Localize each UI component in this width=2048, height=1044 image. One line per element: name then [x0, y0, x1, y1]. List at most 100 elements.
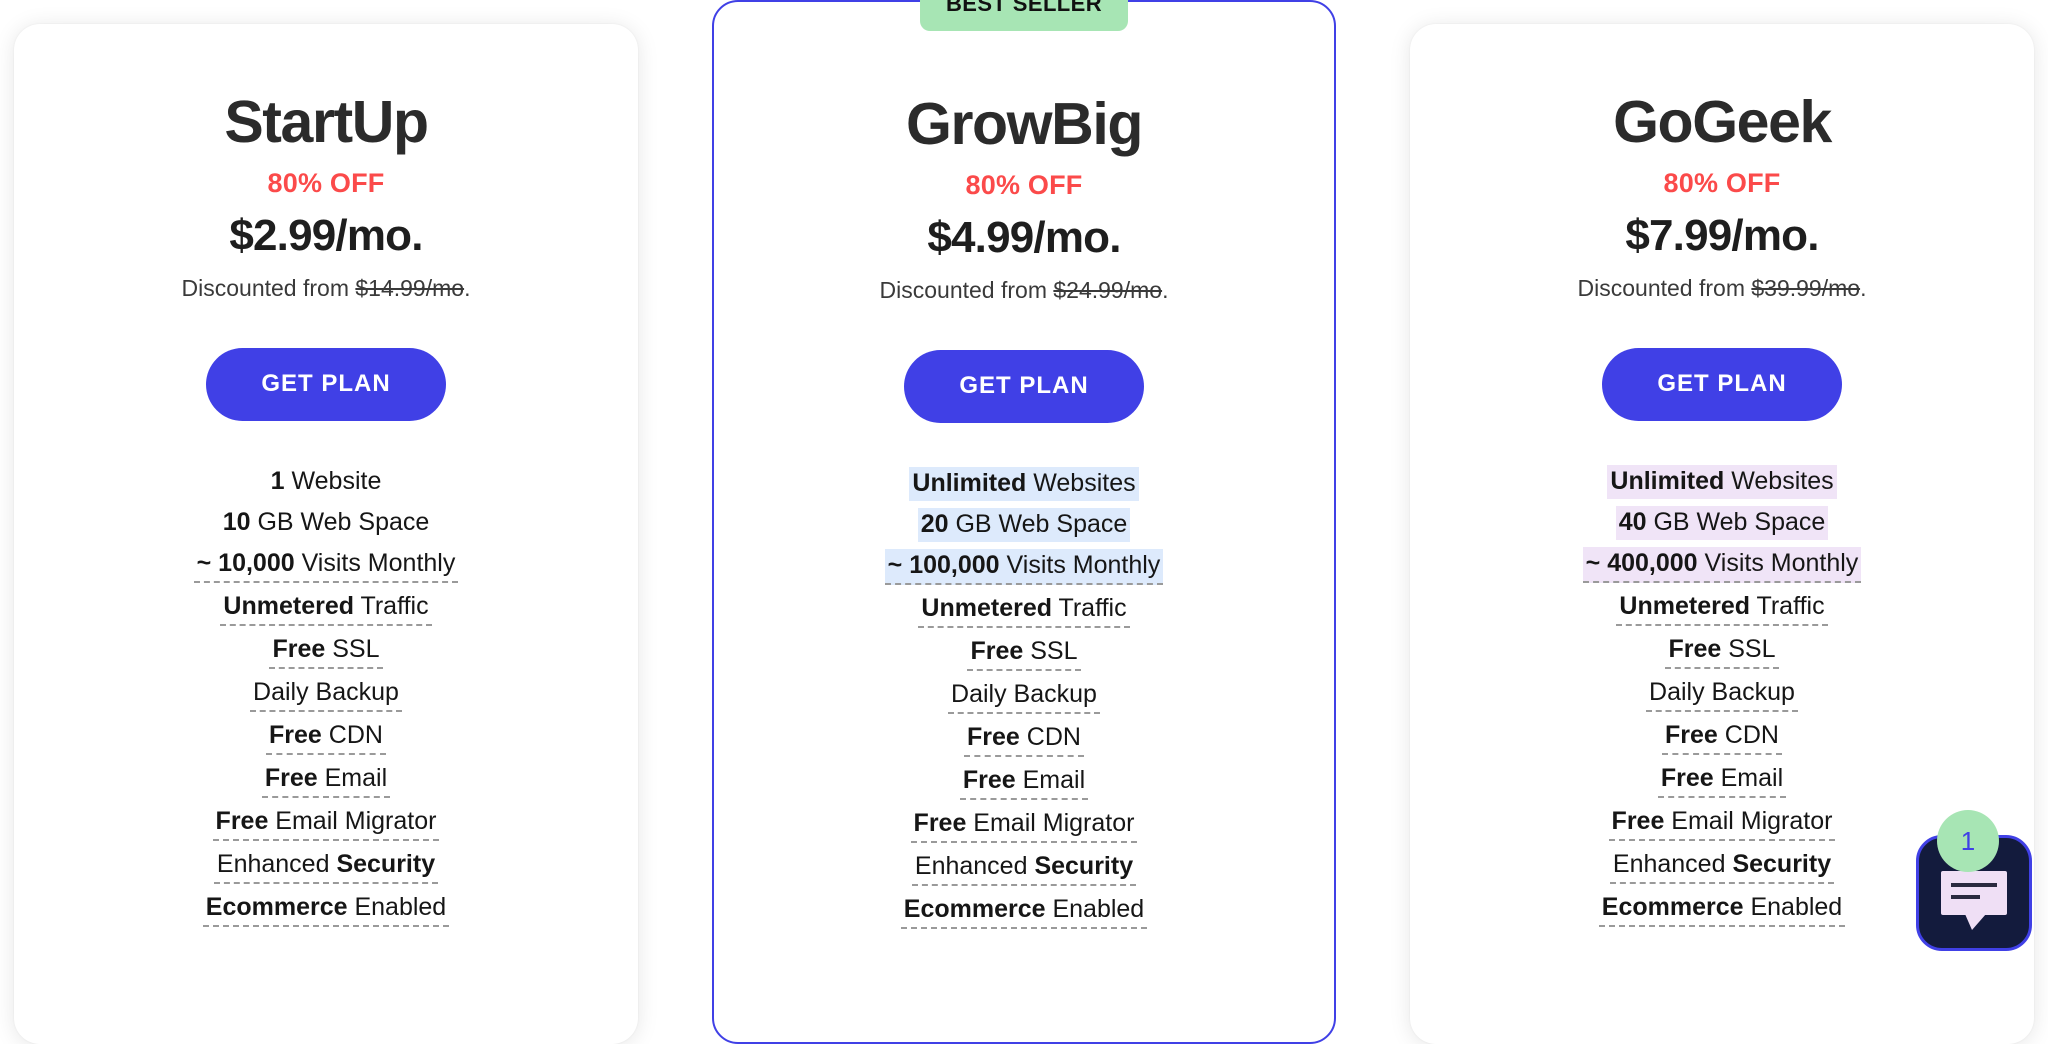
chat-unread-badge: 1 [1937, 810, 1999, 872]
feature-text: Ecommerce Enabled [1598, 891, 1846, 928]
feature-rest: Email [317, 763, 388, 792]
feature-rest: SSL [325, 634, 380, 663]
feature-text: Free SSL [269, 633, 383, 670]
feature-emphasis: Ecommerce [903, 894, 1046, 923]
get-plan-button[interactable]: GET PLAN [904, 349, 1144, 423]
feature-rest: GB Web Space [948, 509, 1128, 538]
feature-item: Unlimited Websites [1450, 464, 1994, 500]
feature-item: Enhanced Security [754, 850, 1294, 887]
feature-text: ~ 400,000 Visits Monthly [1582, 546, 1862, 584]
feature-item: Unlimited Websites [754, 466, 1294, 502]
feature-emphasis: Security [1034, 851, 1134, 880]
feature-text: Unlimited Websites [909, 466, 1139, 502]
feature-item: Ecommerce Enabled [1450, 891, 1994, 928]
feature-text: Enhanced Security [911, 850, 1137, 887]
feature-text: Unmetered Traffic [1616, 590, 1828, 627]
plan-original-price: $14.99/mo [355, 274, 465, 301]
feature-item: Free CDN [54, 719, 598, 756]
feature-emphasis: Free [970, 636, 1024, 665]
feature-rest: SSL [1023, 636, 1078, 665]
feature-text: Free SSL [1665, 633, 1779, 670]
feature-rest: Website [284, 466, 382, 495]
plan-discount-label: 80% OFF [1663, 167, 1781, 198]
feature-text: Free CDN [964, 721, 1084, 758]
feature-emphasis: ~ 400,000 [1585, 548, 1698, 577]
feature-item: 40 GB Web Space [1450, 505, 1994, 541]
feature-rest: CDN [321, 720, 383, 749]
feature-item: Daily Backup [754, 678, 1294, 715]
feature-item: Ecommerce Enabled [54, 891, 598, 928]
chat-bubble-icon [1941, 871, 2007, 930]
feature-emphasis: Free [913, 808, 967, 837]
best-seller-badge: BEST SELLER [920, 0, 1128, 31]
plan-original-price-row: Discounted from $14.99/mo. [54, 275, 598, 302]
pricing-plans-grid: StartUp 80% OFF $2.99/mo. Discounted from $… [0, 0, 2048, 1044]
feature-rest: Email Migrator [966, 808, 1135, 837]
feature-rest: Enabled [347, 892, 447, 921]
feature-item: Free Email Migrator [754, 807, 1294, 844]
plan-features-list: Unlimited Websites 20 GB Web Space ~ 100,0… [754, 466, 1294, 930]
feature-emphasis: Free [269, 720, 322, 749]
plan-price: $7.99/mo. [1625, 210, 1819, 260]
feature-text: 40 GB Web Space [1615, 505, 1829, 541]
feature-item: Unmetered Traffic [1450, 590, 1994, 627]
feature-rest: Visits Monthly [294, 548, 456, 577]
feature-emphasis: Free [272, 634, 326, 663]
chat-line-1 [1951, 883, 1997, 887]
feature-rest: GB Web Space [1646, 507, 1826, 536]
plan-discount-label: 80% OFF [965, 169, 1083, 200]
feature-text: Unlimited Websites [1607, 464, 1837, 500]
feature-emphasis: 40 [1618, 507, 1647, 536]
get-plan-button[interactable]: GET PLAN [206, 347, 446, 421]
plan-original-price-row: Discounted from $39.99/mo. [1450, 275, 1994, 302]
feature-item: ~ 100,000 Visits Monthly [754, 548, 1294, 586]
feature-emphasis: 20 [920, 509, 949, 538]
feature-text: Free CDN [1662, 719, 1782, 756]
price-trailing-period: . [464, 274, 471, 301]
feature-rest: Daily Backup [253, 677, 399, 706]
feature-emphasis: Free [1611, 806, 1665, 835]
feature-emphasis: Security [336, 849, 436, 878]
feature-emphasis: Unmetered [921, 593, 1053, 622]
feature-text: Free Email [261, 762, 391, 799]
chat-widget-button[interactable]: 1 [1916, 810, 2032, 951]
feature-item: Daily Backup [1450, 676, 1994, 713]
feature-text: ~ 10,000 Visits Monthly [193, 547, 459, 584]
feature-text: Daily Backup [948, 678, 1100, 715]
feature-text: 1 Website [268, 465, 385, 500]
plan-name: StartUp [224, 89, 429, 155]
feature-item: Free Email [54, 762, 598, 799]
feature-item: Free Email Migrator [54, 805, 598, 842]
plan-discount-label: 80% OFF [267, 167, 385, 198]
get-plan-button[interactable]: GET PLAN [1602, 347, 1842, 421]
feature-emphasis: 10 [222, 507, 251, 536]
discounted-from-label: Discounted from [181, 274, 356, 301]
feature-rest: Enhanced [216, 849, 337, 878]
feature-emphasis: ~ 10,000 [196, 548, 295, 577]
plan-features-list: Unlimited Websites 40 GB Web Space ~ 400,0… [1450, 464, 1994, 928]
feature-emphasis: Free [215, 806, 269, 835]
feature-rest: Traffic [354, 591, 429, 620]
feature-item: ~ 10,000 Visits Monthly [54, 547, 598, 584]
feature-rest: Enhanced [1612, 849, 1733, 878]
discounted-from-label: Discounted from [1577, 274, 1752, 301]
feature-emphasis: 1 [270, 466, 285, 495]
feature-text: Free SSL [967, 635, 1081, 672]
feature-rest: Email [1713, 763, 1784, 792]
feature-rest: Traffic [1052, 593, 1127, 622]
plan-original-price: $24.99/mo [1053, 276, 1163, 303]
feature-item: Free SSL [754, 635, 1294, 672]
plan-name: GoGeek [1613, 89, 1832, 155]
feature-emphasis: Free [264, 763, 318, 792]
plan-price: $4.99/mo. [927, 212, 1121, 262]
plan-original-price-row: Discounted from $24.99/mo. [754, 277, 1294, 304]
feature-item: 20 GB Web Space [754, 507, 1294, 543]
price-trailing-period: . [1860, 274, 1867, 301]
feature-item: Enhanced Security [1450, 848, 1994, 885]
feature-text: Daily Backup [250, 676, 402, 713]
feature-rest: Email Migrator [268, 806, 437, 835]
feature-emphasis: Unlimited [912, 468, 1027, 497]
feature-emphasis: Ecommerce [1601, 892, 1744, 921]
feature-text: ~ 100,000 Visits Monthly [884, 548, 1164, 586]
feature-rest: Enhanced [914, 851, 1035, 880]
